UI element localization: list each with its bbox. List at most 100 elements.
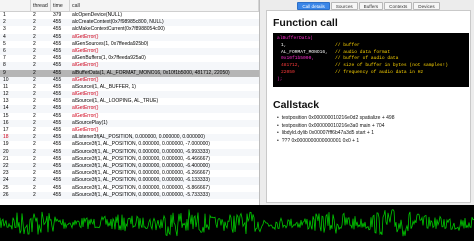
- row-time: 455: [53, 155, 62, 162]
- callstack-frame[interactable]: libdyld.dylib 0x00007fff6b47a3d5 start +…: [277, 130, 464, 138]
- tab-sources[interactable]: Sources: [330, 2, 358, 10]
- row-index: 18: [3, 134, 9, 141]
- row-time: 455: [53, 134, 62, 141]
- row-thread: 2: [33, 26, 36, 33]
- row-call: alGetError(): [72, 91, 99, 98]
- code-argument-line: 1, // buffer: [277, 43, 465, 50]
- tab-buffers[interactable]: Buffers: [358, 2, 384, 10]
- row-call: alSource3f(1, AL_POSITION, 0.000000, 0.0…: [72, 148, 210, 155]
- tab-contexts[interactable]: Contexts: [384, 2, 413, 10]
- table-row[interactable]: 18 2 455 alListener3f(AL_POSITION, 0.000000…: [0, 134, 259, 142]
- column-header-time[interactable]: time: [51, 0, 70, 11]
- code-comment: // frequency of audio data in Hz: [335, 69, 424, 75]
- table-row[interactable]: 21 2 455 alSource3f(1, AL_POSITION, 0.00000…: [0, 156, 259, 163]
- table-row[interactable]: 17 2 455 alGetError(): [0, 127, 259, 134]
- table-row[interactable]: 13 2 455 alSourcei(1, AL_LOOPING, AL_TRUE): [0, 98, 259, 105]
- row-call: alGetError(): [72, 33, 99, 40]
- row-time: 455: [53, 148, 62, 155]
- row-call: alGenSources(1, 0x7ffeeda925b0): [72, 40, 149, 47]
- table-row[interactable]: 12 2 455 alGetError(): [0, 91, 259, 99]
- row-index: 22: [3, 162, 9, 169]
- row-call: alSource3f(1, AL_POSITION, 0.000000, 0.0…: [72, 162, 210, 169]
- tab-devices[interactable]: Devices: [413, 2, 440, 10]
- row-index: 5: [3, 40, 6, 47]
- table-row[interactable]: 4 2 455 alGetError(): [0, 33, 259, 41]
- row-time: 455: [53, 112, 62, 119]
- row-thread: 2: [33, 69, 36, 76]
- row-call: alGetError(): [72, 127, 99, 133]
- row-call: alGetError(): [72, 105, 99, 112]
- row-index: 8: [3, 62, 6, 69]
- column-header-call[interactable]: call: [70, 0, 259, 11]
- code-function-name: alBufferData(: [277, 36, 313, 41]
- row-time: 455: [53, 105, 62, 112]
- row-index: 26: [3, 191, 9, 198]
- column-header-thread[interactable]: thread: [31, 0, 51, 11]
- row-index: 13: [3, 98, 9, 105]
- table-row[interactable]: 25 2 455 alSource3f(1, AL_POSITION, 0.00000…: [0, 185, 259, 192]
- row-time: 455: [53, 177, 62, 184]
- callstack-frame[interactable]: testposition 0x000000010216e0d2 spatiali…: [277, 115, 464, 123]
- row-thread: 2: [33, 76, 36, 83]
- row-thread: 2: [33, 148, 36, 155]
- row-call: alSourcei(1, AL_BUFFER, 1): [72, 83, 136, 90]
- row-thread: 2: [33, 155, 36, 162]
- table-row[interactable]: 9 2 455 alBufferData(1, AL_FORMAT_MONO16, 0…: [0, 69, 259, 77]
- row-time: 455: [53, 40, 62, 47]
- tab-call-details[interactable]: Call details: [297, 2, 330, 10]
- row-index: 14: [3, 105, 9, 112]
- row-thread: 2: [33, 127, 36, 133]
- table-row[interactable]: 3 2 455 alcMakeContextCurrent(0x7f8988054c0…: [0, 26, 259, 33]
- row-thread: 2: [33, 119, 36, 126]
- table-row[interactable]: 2 2 455 alcCreateContext(0x7f98985c800, NUL…: [0, 19, 259, 27]
- row-index: 7: [3, 55, 6, 62]
- function-call-code: alBufferData( 1,// buffer AL_FORMAT_MONO1…: [273, 33, 469, 87]
- table-row[interactable]: 14 2 455 alGetError(): [0, 105, 259, 113]
- table-row[interactable]: 1 2 379 alcOpenDevice(NULL): [0, 12, 259, 19]
- row-index: 25: [3, 184, 9, 191]
- table-row[interactable]: 23 2 455 alSource3f(1, AL_POSITION, 0.00000…: [0, 170, 259, 177]
- row-time: 455: [53, 170, 62, 177]
- code-argument: 481712,: [281, 63, 301, 69]
- table-row[interactable]: 5 2 455 alGenSources(1, 0x7ffeeda925b0): [0, 41, 259, 48]
- row-index: 15: [3, 112, 9, 119]
- waveform-graph: [0, 209, 474, 237]
- code-comment: // size of buffer in bytes (not samples!…: [335, 63, 449, 69]
- callstack-frame[interactable]: testposition 0x000000010216e3a0 main + 7…: [277, 123, 464, 131]
- row-time: 455: [53, 141, 62, 148]
- row-thread: 2: [33, 19, 36, 26]
- table-row[interactable]: 24 2 455 alSource3f(1, AL_POSITION, 0.00000…: [0, 177, 259, 185]
- row-call: alSourcePlay(1): [72, 119, 108, 126]
- row-index: 21: [3, 155, 9, 162]
- table-row[interactable]: 26 2 455 alSource3f(1, AL_POSITION, 0.00000…: [0, 191, 259, 199]
- row-index: 2: [3, 19, 6, 26]
- table-row[interactable]: 22 2 455 alSource3f(1, AL_POSITION, 0.00000…: [0, 162, 259, 171]
- row-thread: 2: [33, 191, 36, 198]
- callstack-frame[interactable]: ??? 0x0000000000000001 0x0 + 1: [277, 138, 464, 146]
- call-details-content: Function call alBufferData( 1,// buffer A…: [266, 10, 471, 203]
- table-row[interactable]: 6 2 455 alGetError(): [0, 47, 259, 56]
- row-time: 455: [53, 76, 62, 83]
- row-call: alcCreateContext(0x7f98985c800, NULL): [72, 19, 164, 26]
- row-time: 455: [53, 33, 62, 40]
- table-row[interactable]: 16 2 455 alSourcePlay(1): [0, 119, 259, 127]
- row-time: 455: [53, 19, 62, 26]
- table-row[interactable]: 10 2 455 alGetError(): [0, 76, 259, 84]
- table-row[interactable]: 8 2 455 alGetError(): [0, 62, 259, 70]
- table-body: 1 2 379 alcOpenDevice(NULL) 2 2 455 alcCreateCo…: [0, 12, 259, 199]
- row-time: 455: [53, 191, 62, 198]
- table-row[interactable]: 7 2 455 alGenBuffers(1, 0x7ffeeda925a0): [0, 55, 259, 62]
- table-row[interactable]: 11 2 455 alSourcei(1, AL_BUFFER, 1): [0, 84, 259, 91]
- row-index: 10: [3, 76, 9, 83]
- row-call: alGetError(): [72, 62, 99, 69]
- row-time: 455: [53, 98, 62, 105]
- row-index: 17: [3, 127, 9, 133]
- column-header-index[interactable]: [0, 0, 31, 11]
- table-row[interactable]: 19 2 455 alSource3f(1, AL_POSITION, 0.00000…: [0, 141, 259, 148]
- row-time: 455: [53, 69, 62, 76]
- audio-waveform: [0, 205, 474, 241]
- row-call: alGetError(): [72, 76, 99, 83]
- table-row[interactable]: 20 2 455 alSource3f(1, AL_POSITION, 0.00000…: [0, 148, 259, 156]
- table-row[interactable]: 15 2 455 alGetError(): [0, 113, 259, 120]
- row-call: alSource3f(1, AL_POSITION, 0.000000, 0.0…: [72, 191, 210, 198]
